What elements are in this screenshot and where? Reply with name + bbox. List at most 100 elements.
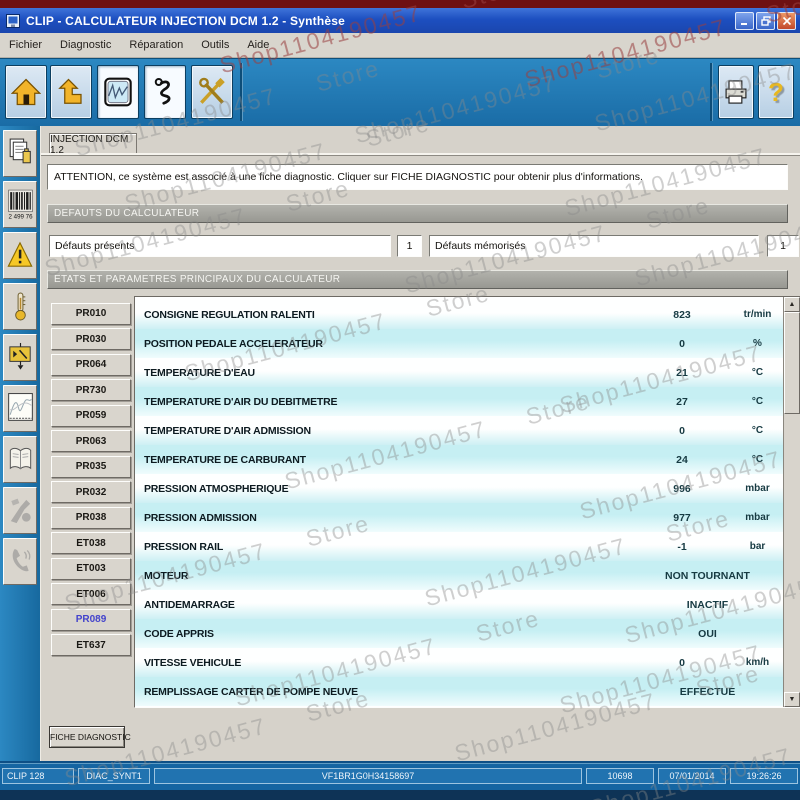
param-code-button[interactable]: PR059	[51, 405, 131, 427]
param-row[interactable]: PRESSION ADMISSION 977 mbar	[135, 503, 783, 532]
defauts-memorises-field[interactable]: Défauts mémorisés	[429, 235, 759, 257]
param-code-button[interactable]: PR032	[51, 481, 131, 503]
section-header-defauts: DEFAUTS DU CALCULATEUR	[47, 204, 788, 223]
sidebar: 2 499 76	[0, 126, 40, 763]
sidebar-documents-button[interactable]	[3, 130, 37, 177]
help-button[interactable]: ?	[758, 65, 794, 119]
sidebar-graph-button[interactable]	[3, 385, 37, 432]
up-arrow-icon	[56, 77, 86, 107]
param-value: EFFECTUE	[632, 686, 783, 698]
menu-item-fichier[interactable]: Fichier	[9, 39, 42, 51]
bottom-strip	[0, 790, 800, 800]
home-button[interactable]	[5, 65, 47, 119]
param-label: MOTEUR	[135, 570, 188, 582]
menu-item-aide[interactable]: Aide	[247, 39, 269, 51]
param-code-button[interactable]: PR089	[51, 609, 131, 631]
probe-button[interactable]	[144, 65, 186, 119]
titlebar[interactable]: CLIP - CALCULATEUR INJECTION DCM 1.2 - S…	[0, 8, 800, 33]
param-row[interactable]: MOTEUR NON TOURNANT	[135, 561, 783, 590]
param-code-button[interactable]: ET003	[51, 558, 131, 580]
param-code-button[interactable]: ET637	[51, 634, 131, 656]
param-label: TEMPERATURE D'AIR ADMISSION	[135, 425, 311, 437]
param-unit: °C	[732, 454, 783, 465]
status-cell-time: 19:26:26	[730, 768, 798, 784]
phone-icon	[8, 546, 33, 577]
param-row[interactable]: VITESSE VEHICULE 0 km/h	[135, 648, 783, 677]
param-code-button[interactable]: PR730	[51, 379, 131, 401]
toolbar-separator-right	[710, 63, 713, 121]
param-code-button[interactable]: PR030	[51, 328, 131, 350]
param-row[interactable]: CONSIGNE REGULATION RALENTI 823 tr/min	[135, 300, 783, 329]
param-row[interactable]: TEMPERATURE D'AIR ADMISSION 0 °C	[135, 416, 783, 445]
param-row[interactable]: CODE APPRIS OUI	[135, 619, 783, 648]
param-unit: mbar	[732, 512, 783, 523]
param-code-button[interactable]: PR064	[51, 354, 131, 376]
sidebar-manual-button[interactable]	[3, 436, 37, 483]
param-code-button[interactable]: ET006	[51, 583, 131, 605]
tools-button[interactable]	[191, 65, 233, 119]
param-row[interactable]: REMPLISSAGE CARTER DE POMPE NEUVE EFFECT…	[135, 677, 783, 706]
print-button[interactable]	[718, 65, 754, 119]
param-code-button[interactable]: PR038	[51, 507, 131, 529]
sidebar-workshop-button[interactable]	[3, 487, 37, 534]
restore-button[interactable]	[756, 12, 775, 30]
scope-button[interactable]	[97, 65, 139, 119]
menu-item-reparation[interactable]: Réparation	[129, 39, 183, 51]
param-code-button[interactable]: PR063	[51, 430, 131, 452]
top-accent-strip	[0, 0, 800, 8]
tab-injection-dcm[interactable]: INJECTION DCM 1.2	[49, 133, 137, 155]
param-value: 996	[632, 483, 732, 495]
param-row[interactable]: TEMPERATURE D'EAU 21 °C	[135, 358, 783, 387]
main-panel: INJECTION DCM 1.2 ATTENTION, ce système …	[40, 126, 800, 763]
param-value: 24	[632, 454, 732, 466]
param-codes-column: PR010 PR030 PR064 PR730 PR059 PR063 PR035 PR032…	[51, 296, 131, 660]
param-code-button[interactable]: PR035	[51, 456, 131, 478]
param-label: TEMPERATURE D'AIR DU DEBITMETRE	[135, 396, 337, 408]
up-button[interactable]	[50, 65, 92, 119]
param-code-button[interactable]: PR010	[51, 303, 131, 325]
status-cell-session: DIAC_SYNT1	[78, 768, 150, 784]
sidebar-barcode-button[interactable]: 2 499 76	[3, 181, 37, 228]
param-row[interactable]: ANTIDEMARRAGE INACTIF	[135, 590, 783, 619]
book-icon	[6, 444, 35, 475]
param-code-button[interactable]: ET038	[51, 532, 131, 554]
scroll-up-button[interactable]: ▲	[784, 297, 800, 312]
scroll-down-button[interactable]: ▼	[784, 692, 800, 707]
status-cell-vin: VF1BR1G0H34158697	[154, 768, 582, 784]
app-icon	[6, 14, 20, 28]
sidebar-warning-button[interactable]	[3, 232, 37, 279]
sidebar-schematic-button[interactable]	[3, 334, 37, 381]
statusbar: CLIP 128 DIAC_SYNT1 VF1BR1G0H34158697 10…	[0, 761, 800, 790]
param-row[interactable]: TEMPERATURE D'AIR DU DEBITMETRE 27 °C	[135, 387, 783, 416]
param-value: 0	[632, 657, 732, 669]
param-value: 21	[632, 367, 732, 379]
close-button[interactable]	[777, 12, 796, 30]
scroll-down-icon: ▼	[789, 696, 796, 703]
param-unit: tr/min	[732, 309, 783, 320]
param-label: CODE APPRIS	[135, 628, 214, 640]
param-label: TEMPERATURE DE CARBURANT	[135, 454, 306, 466]
param-label: CONSIGNE REGULATION RALENTI	[135, 309, 315, 321]
param-value: 823	[632, 309, 732, 321]
fiche-diagnostic-button[interactable]: FICHE DIAGNOSTIC	[49, 726, 125, 748]
param-row[interactable]: TEMPERATURE DE CARBURANT 24 °C	[135, 445, 783, 474]
app-window: CLIP - CALCULATEUR INJECTION DCM 1.2 - S…	[0, 0, 800, 800]
documents-icon	[7, 137, 34, 170]
param-value: -1	[632, 541, 732, 553]
param-label: ANTIDEMARRAGE	[135, 599, 235, 611]
table-scrollbar[interactable]: ▲ ▼	[783, 297, 800, 707]
param-row[interactable]: PRESSION ATMOSPHERIQUE 996 mbar	[135, 474, 783, 503]
notice-banner: ATTENTION, ce système est associé à une …	[47, 164, 788, 190]
minimize-button[interactable]	[735, 12, 754, 30]
defauts-presents-field[interactable]: Défauts présents	[49, 235, 391, 257]
sidebar-thermometer-button[interactable]	[3, 283, 37, 330]
param-row[interactable]: PRESSION RAIL -1 bar	[135, 532, 783, 561]
menu-item-outils[interactable]: Outils	[201, 39, 229, 51]
param-value: 0	[632, 425, 732, 437]
param-row[interactable]: POSITION PEDALE ACCELERATEUR 0 %	[135, 329, 783, 358]
scroll-thumb[interactable]	[784, 312, 800, 414]
sidebar-phone-button[interactable]	[3, 538, 37, 585]
param-label: POSITION PEDALE ACCELERATEUR	[135, 338, 323, 350]
menu-item-diagnostic[interactable]: Diagnostic	[60, 39, 111, 51]
param-label: VITESSE VEHICULE	[135, 657, 241, 669]
